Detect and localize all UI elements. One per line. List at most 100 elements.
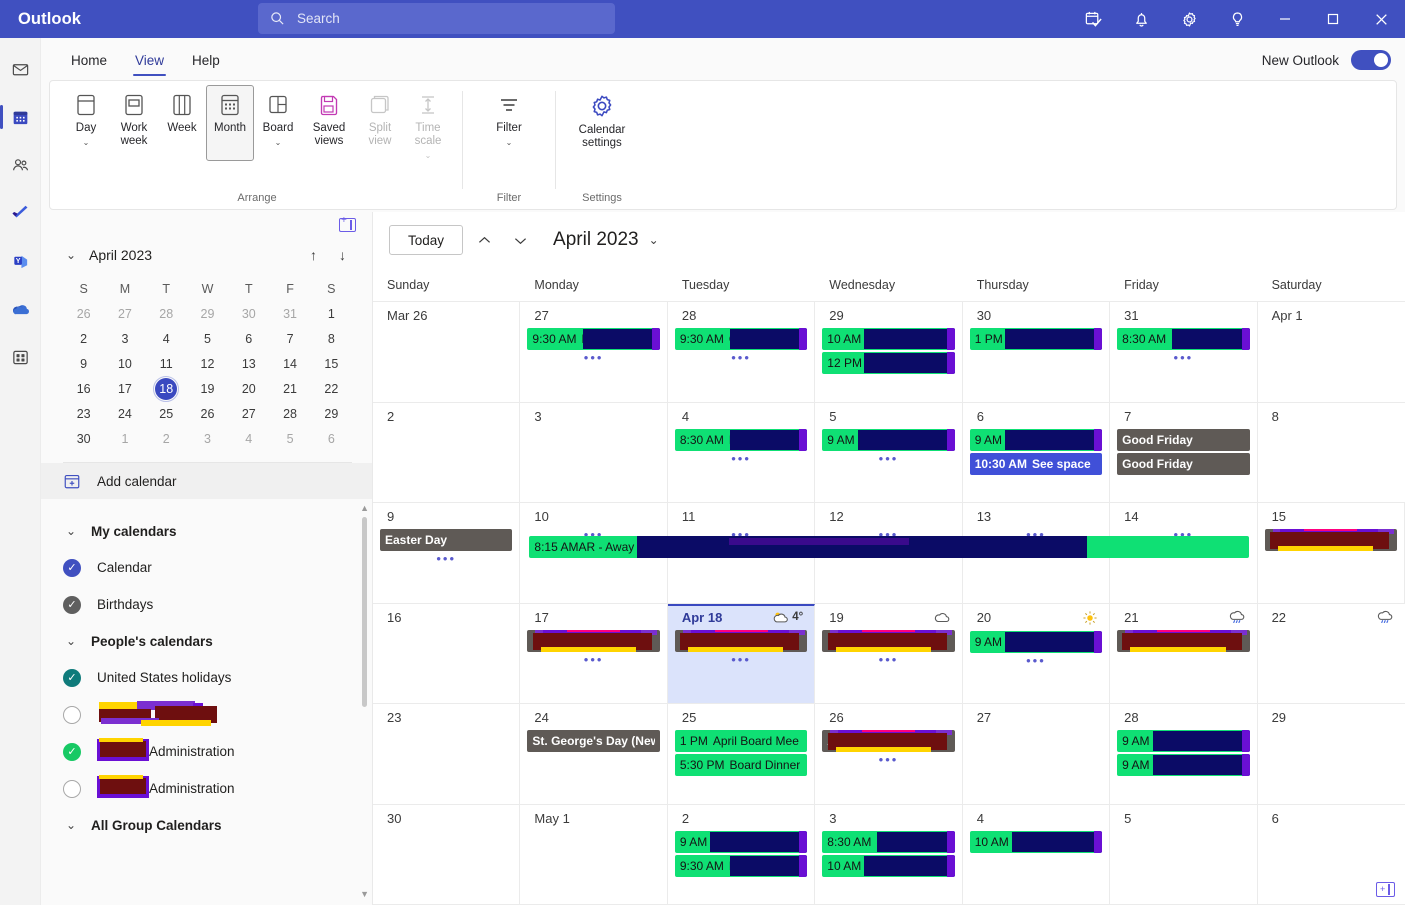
calendar-list-item[interactable]: ✓ Administration [41,733,372,770]
day-cell[interactable]: 29 10 AM OHA AGM (AR 12 PM DCR Meeting [815,302,963,402]
calendar-event[interactable]: 8:30 AM Urgent Board [1117,328,1250,350]
mini-calendar-day[interactable]: 5 [269,428,310,450]
mini-calendar-day[interactable]: 29 [187,303,228,325]
mini-calendar-day[interactable]: 6 [228,328,269,350]
day-cell[interactable]: 4 8:30 AM Hatchery Fra ••• [668,402,816,502]
minimize-icon[interactable] [1261,0,1309,38]
calendar-event[interactable]: 8:30 AM Hatchery Fra [674,428,808,451]
checkbox-checked-icon[interactable]: ✓ [63,558,81,577]
mini-calendar-day[interactable]: 2 [63,328,104,350]
calendar-event[interactable]: Good Friday [1117,428,1250,451]
day-cell[interactable]: 19 ••• [815,603,963,703]
mini-calendar-day[interactable]: 16 [63,378,104,400]
calendar-event[interactable]: 9 AM JAWWG (RK) [822,428,955,451]
mini-calendar-day[interactable]: 10 [104,353,145,375]
ribbon-week-button[interactable]: Week [158,85,206,161]
day-cell[interactable]: 4 10 AM PWG Meeting [963,804,1111,904]
mini-calendar-day[interactable]: 14 [269,353,310,375]
calendar-list-item[interactable]: XXXXXXXXXXXXXXXXX [41,696,372,733]
mini-calendar-day[interactable]: 4 [146,328,187,350]
calendar-list-item[interactable]: Administration [41,770,372,807]
tab-help[interactable]: Help [178,53,234,76]
mini-calendar-day[interactable]: 19 [187,378,228,400]
bell-icon[interactable] [1117,0,1165,38]
calendar-event[interactable]: 10 AM CFO Production [822,854,955,877]
more-events-button[interactable]: ••• [675,452,807,467]
day-cell[interactable]: 20 9 AM Board Workshop ••• [963,603,1111,703]
mini-calendar-day[interactable]: 30 [63,428,104,450]
calendar-event[interactable] [822,629,955,652]
add-calendar-button[interactable]: Add calendar [41,463,372,499]
calendar-event[interactable]: 9:30 AM FarmGate5 M [527,328,660,350]
day-cell[interactable]: 9 Easter Day ••• [373,503,521,603]
day-cell[interactable]: May 1 [520,804,668,904]
mini-calendar-day[interactable]: 12 [187,353,228,375]
mini-calendar-day[interactable]: 27 [228,403,269,425]
day-cell[interactable]: 26 A ••• [815,704,963,804]
scroll-down-arrow[interactable]: ▼ [360,889,369,899]
mini-calendar-day[interactable]: 6 [311,428,352,450]
rail-item-todo[interactable] [0,196,41,230]
calendar-event[interactable]: A [822,730,955,752]
tab-home[interactable]: Home [57,53,121,76]
rail-item-yammer[interactable]: Y [0,244,41,278]
calendar-event[interactable]: Easter Day [380,529,513,551]
mini-calendar-day[interactable]: 3 [104,328,145,350]
calendar-group-1[interactable]: ⌄ People's calendars [41,623,372,659]
mini-calendar-next-icon[interactable]: ↓ [333,247,352,263]
calendar-event[interactable]: 10 AM OHA AGM (AR [822,328,955,350]
day-cell[interactable]: 2 9 AM Executive Comm 9:30 AM PIC Board Me [668,804,816,904]
more-events-button[interactable]: ••• [822,753,954,768]
ribbon-calendar-settings-button[interactable]: Calendar settings [566,85,638,161]
day-cell[interactable]: 5 [1110,804,1258,904]
calendar-list-item[interactable]: ✓ United States holidays [41,659,372,696]
next-period-button[interactable] [505,225,535,255]
lightbulb-icon[interactable] [1213,0,1261,38]
more-events-button[interactable]: ••• [380,552,512,567]
ribbon-saved-views-button[interactable]: Saved views [302,85,356,161]
day-cell[interactable]: Mar 26 [373,302,521,402]
close-icon[interactable] [1357,0,1405,38]
mini-calendar-day[interactable]: 25 [146,403,187,425]
collapse-panel-icon[interactable] [339,215,356,232]
checkbox-unchecked-icon[interactable] [63,779,81,798]
mini-calendar-day[interactable]: 1 [311,303,352,325]
calendar-event[interactable]: 10:30 AM See space [969,452,1103,475]
mini-calendar-day[interactable]: 26 [63,303,104,325]
day-cell[interactable]: 24 St. George's Day (New [520,704,668,804]
day-cell[interactable]: 3 8:30 AM Special Board 10 AM CFO Production [815,804,963,904]
checkbox-checked-icon[interactable]: ✓ [63,668,81,687]
calendar-event[interactable]: 9 AM Newfoundland C [1117,730,1250,752]
calendar-event[interactable]: 5:30 PM Board Dinner [674,754,808,776]
calendar-event[interactable]: 9:30 AM PIC Board Me [674,854,808,877]
calendar-event-multiday[interactable]: 8:15 AM AR - Away but available for Virtu… [529,536,1249,558]
mini-calendar-day[interactable]: 2 [146,428,187,450]
day-cell[interactable]: 30 1 PM A OCP & CFO Tou [963,302,1111,402]
scroll-up-arrow[interactable]: ▲ [360,503,369,513]
ribbon-day-button[interactable]: Day ⌄ [62,85,110,161]
calendar-event[interactable]: St. George's Day (New [527,730,660,752]
calendar-event[interactable]: 12 PM DCR Meeting [822,352,955,374]
calendar-event[interactable]: 10 AM PWG Meeting [969,830,1103,853]
day-cell[interactable]: 21 [1110,603,1258,703]
rail-item-apps[interactable] [0,340,41,374]
mini-calendar-day[interactable]: 18 [146,376,187,402]
ribbon-work-week-button[interactable]: Work week [110,85,158,161]
calendar-event[interactable]: 9:30 AM OFA Research [674,328,808,350]
rail-item-calendar[interactable] [0,100,41,134]
ribbon-month-button[interactable]: Month [206,85,254,161]
mini-calendar-day[interactable]: 29 [311,403,352,425]
calendar-check-icon[interactable] [1069,0,1117,38]
calendar-event[interactable] [527,629,660,652]
day-cell[interactable]: 17 ••• [520,603,668,703]
mini-calendar-day[interactable]: 24 [104,403,145,425]
mini-calendar-day[interactable]: 28 [146,303,187,325]
day-cell[interactable]: 31 8:30 AM Urgent Board ••• [1110,302,1258,402]
calendar-event[interactable]: 9 [674,629,808,652]
new-outlook-toggle[interactable] [1351,50,1391,70]
chevron-down-icon[interactable]: ⌄ [275,139,282,147]
day-cell[interactable]: 15 L [1258,503,1405,603]
mini-calendar-prev-icon[interactable]: ↑ [304,247,323,263]
mini-calendar-day[interactable]: 30 [228,303,269,325]
mini-calendar-day[interactable]: 28 [269,403,310,425]
